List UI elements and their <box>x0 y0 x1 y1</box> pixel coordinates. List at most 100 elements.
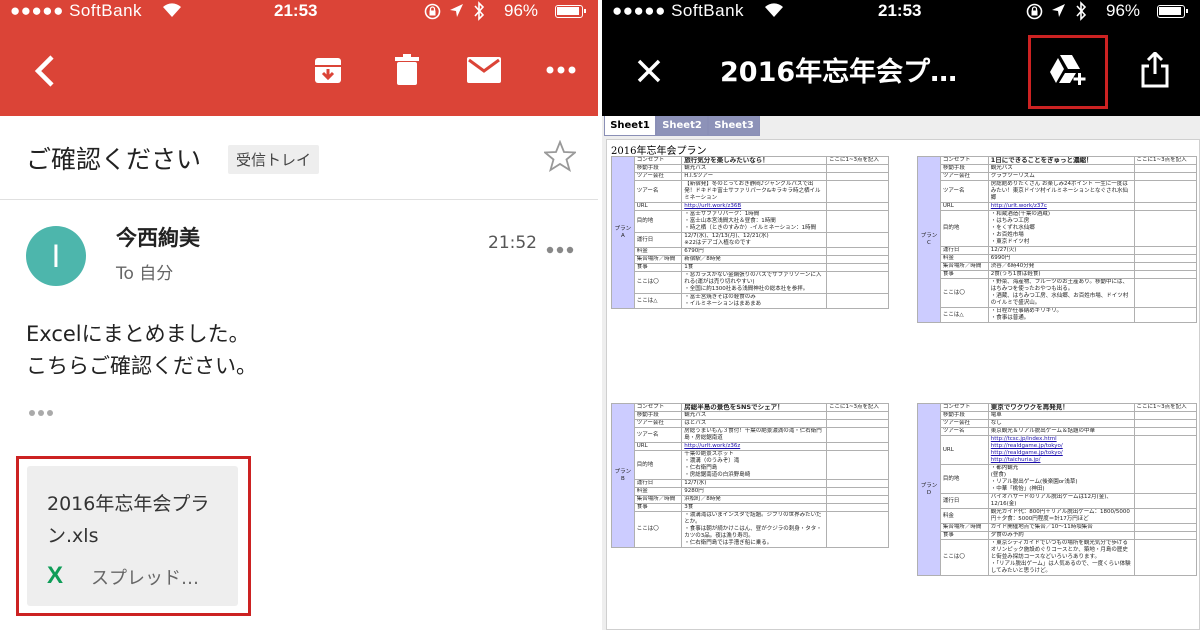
tab-sheet1[interactable]: Sheet1 <box>604 116 656 136</box>
table-row: 運行日 12/7(水) <box>612 479 889 488</box>
row-value[interactable]: http://tcsc.jp/index.html http://realdga… <box>987 435 1135 465</box>
share-icon[interactable] <box>1140 50 1170 92</box>
row-label: 移動手段 <box>939 411 989 420</box>
attachment-name-line2: ン.xls <box>47 525 99 547</box>
table-row: 集合場所／時間 浜松町／8時発 <box>612 495 889 504</box>
plan-table: プランA コンセプト 旅行気分を楽しみたいなら！ ここに1~3点を記入 移動手段 観光バス… <box>611 156 889 309</box>
table-row: 食事 夕食のみ予約 <box>918 531 1197 540</box>
attachment-name: 2016年忘年会プラ ン.xls <box>47 488 227 552</box>
row-value[interactable]: http://urlt.work/z37c <box>987 202 1135 211</box>
row-label: 料金 <box>633 247 683 256</box>
table-row: 移動手段 観光バス <box>918 164 1197 173</box>
row-value: 観光バス <box>681 164 827 173</box>
empty-cell <box>825 202 889 211</box>
battery-percent-right: 96% <box>1106 1 1141 20</box>
wifi-icon <box>162 2 182 23</box>
table-row: プランB コンセプト 房総半島の景色をSNSでシェア！ ここに1~3点を記入 <box>611 403 889 548</box>
table-row: ここは△ ・富士宮焼きそばの軽食のみ ・イルミネーションはまあまあ <box>612 293 889 309</box>
empty-cell <box>1133 270 1197 279</box>
table-row: URL http://tcsc.jp/index.html http://real… <box>918 435 1197 465</box>
row-value: 電車 <box>987 411 1135 420</box>
empty-cell <box>825 450 889 480</box>
gmail-header: ●●●●● SoftBank 21:53 96% <box>0 0 598 116</box>
close-icon[interactable] <box>636 58 662 88</box>
carrier-name: ●●●●● SoftBank <box>10 1 143 20</box>
empty-cell <box>825 172 889 181</box>
table-row: 料金 観光ガイド代：800円＋リアル脱出ゲーム：1800/5000円＋夕食：500… <box>918 508 1197 524</box>
add-to-drive-icon[interactable] <box>1048 53 1088 91</box>
sender-name[interactable]: 今西絢美 <box>116 222 200 252</box>
plan-table: プランC コンセプト 1日にできることをぎゅっと濃縮！ ここに1~3点を記入 移動手段観… <box>917 156 1197 323</box>
back-arrow-icon[interactable] <box>28 54 62 88</box>
row-label: 集合場所／時間 <box>633 495 683 504</box>
row-label: ここは〇 <box>939 539 989 576</box>
attachment-highlight-box: 2016年忘年会プラ ン.xls X スプレッド… <box>16 456 251 616</box>
empty-cell <box>825 503 889 512</box>
table-row: 料金 9280円 <box>612 487 889 496</box>
empty-cell <box>1133 246 1197 255</box>
empty-cell <box>825 164 889 173</box>
message-more-icon[interactable] <box>546 239 574 258</box>
row-label: 集合場所／時間 <box>633 255 683 264</box>
table-row: 目的地 ・和蔵酒造(千葉の酒蔵) ・はちみつ工房 ・をくずれ水仙郷 ・お百姓市場 … <box>918 210 1197 247</box>
tab-sheet2[interactable]: Sheet2 <box>656 116 708 136</box>
plan-group-label: プランD <box>917 403 941 576</box>
row-value[interactable]: http://urlt.work/z36z <box>681 442 827 451</box>
row-value: 旅行気分を楽しみたいなら！ <box>681 156 827 165</box>
wifi-icon-right <box>764 2 784 23</box>
more-options-icon[interactable] <box>544 58 578 82</box>
empty-cell <box>1133 164 1197 173</box>
row-value: 12/7(水) <box>681 479 827 488</box>
table-row: 目的地 ・都内観光 (昼食) ・リアル脱出ゲーム(後楽園or浅草) ・中華「桃怡」… <box>918 464 1197 494</box>
table-row: ツアー名 東京観光＆リアル脱出ゲーム＆話題の中華 <box>918 427 1197 436</box>
row-value: ・東京シティガイドでいつもの場所を観光気分で歩けるオリンピック施設めぐりコースと… <box>987 539 1135 576</box>
plan-c-table: プランC コンセプト 1日にできることをぎゅっと濃縮！ ここに1~3点を記入 移動手段観… <box>917 156 1197 404</box>
plan-b-table: プランB コンセプト 房総半島の景色をSNSでシェア！ ここに1~3点を記入 移動手段観… <box>611 403 889 629</box>
row-value: 3食 <box>681 503 827 512</box>
table-row: 集合場所／時間 ガイド開催地点で集合／10〜11時頃集合 <box>918 523 1197 532</box>
row-value: ・窓ガラスがない金網張りのバスでサファリゾーンに入れる(運がは売り切れやすい) … <box>681 271 827 294</box>
row-value: ・富士サファリパーク：1時間 ・富士山本宮浅間大社＆昼食：1時間 ・時之栖（とき… <box>681 210 827 233</box>
table-row: URL http://urlt.work/z36B <box>612 202 889 211</box>
row-label: 目的地 <box>633 210 683 233</box>
row-label: 料金 <box>939 254 989 263</box>
row-value: 渋谷／6時40分発 <box>987 262 1135 271</box>
row-value: 12/27(火) <box>987 246 1135 255</box>
row-label: URL <box>939 435 989 465</box>
table-row: ツアー名 房総うまいもん３食付！千葉の絶景濃満の滝・仁右衛門島・房総鋸南道 <box>612 427 889 443</box>
row-label: 食事 <box>939 531 989 540</box>
status-time: 21:53 <box>274 1 318 20</box>
trash-icon[interactable] <box>390 52 424 88</box>
row-value: ・富士宮焼きそばの軽食のみ ・イルミネーションはまあまあ <box>681 293 827 309</box>
star-icon[interactable] <box>542 139 578 176</box>
row-label: 移動手段 <box>939 164 989 173</box>
attachment-card[interactable]: 2016年忘年会プラ ン.xls X スプレッド… <box>27 466 238 606</box>
row-label: ツアー会社 <box>939 172 989 181</box>
empty-cell <box>1133 493 1197 509</box>
spreadsheet-preview[interactable]: 2016年忘年会プラン プランA コンセプト 旅行気分を楽しみたいなら！ ここに1~3… <box>606 139 1200 630</box>
row-value: ・濃溝滝はいまインスタで話題。ジブリの世界みたいだとか。 ・食事は朝が続かけこは… <box>681 511 827 548</box>
show-trimmed-content-icon[interactable] <box>28 402 54 421</box>
sheet-tab-bar: Sheet1 Sheet2 Sheet3 <box>602 116 1200 138</box>
subject-divider <box>0 199 598 200</box>
table-row: ツアー名 【新宿発】冬のとっておき静岡♪ジャングルパスで出発！ドキドキ富士サファリ… <box>612 180 889 203</box>
row-value[interactable]: http://urlt.work/z36B <box>681 202 827 211</box>
recipient-line[interactable]: To 自分 <box>116 259 173 284</box>
file-title: 2016年忘年会プ… <box>720 57 958 88</box>
inbox-label-badge: 受信トレイ <box>228 145 320 174</box>
row-label: コンセプト <box>633 403 683 412</box>
mark-unread-mail-icon[interactable] <box>466 54 502 86</box>
empty-cell <box>825 427 889 443</box>
tab-sheet3[interactable]: Sheet3 <box>708 116 760 136</box>
rotation-lock-icon-right <box>1026 3 1043 25</box>
viewer-header: ●●●●● SoftBank 21:53 96% 2016年忘年会プ… <box>602 0 1200 116</box>
row-value: 東京でワクワクを再発見！ <box>987 403 1135 412</box>
empty-cell <box>825 419 889 428</box>
row-value: 観光ガイド代：800円＋リアル脱出ゲーム：1800/5000円＋夕食：5000円… <box>987 508 1135 524</box>
archive-icon[interactable] <box>311 52 345 88</box>
row-label: ここは△ <box>633 293 683 309</box>
sender-avatar[interactable]: I <box>26 226 86 286</box>
row-label: ツアー名 <box>939 427 989 436</box>
row-value: 千葉の絶景スポット ・濃溝（のうみぞ）滝 ・仁右衛門島 ・房総鋸南道の白浜野島崎 <box>681 450 827 480</box>
row-value: 東京観光＆リアル脱出ゲーム＆話題の中華 <box>987 427 1135 436</box>
